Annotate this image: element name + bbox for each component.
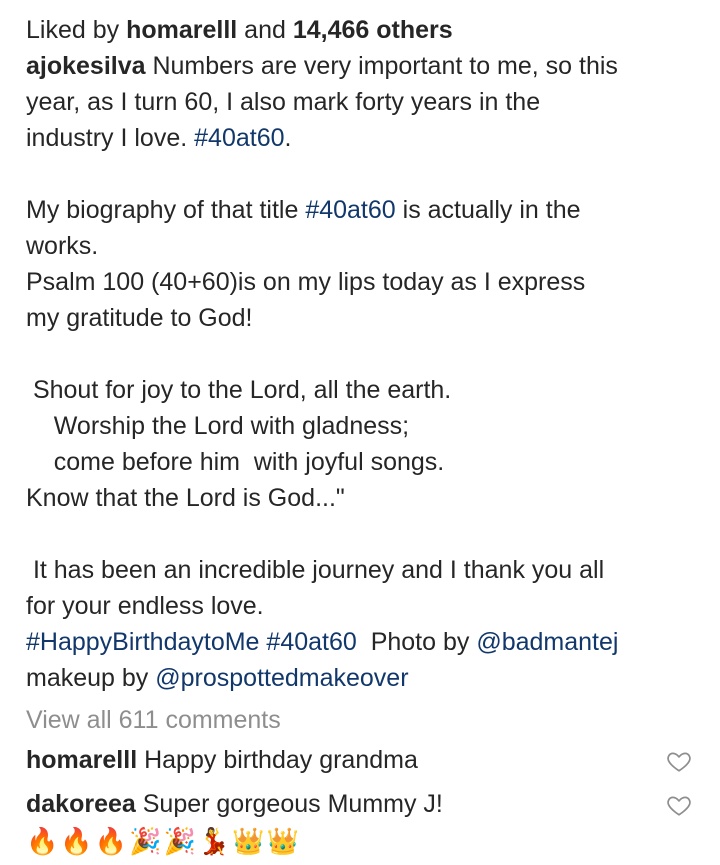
caption-line-9: Worship the Lord with gladness; xyxy=(26,412,410,440)
caption-text: industry I love. xyxy=(26,124,195,152)
comment-username[interactable]: homarelll xyxy=(26,746,137,774)
comment-username[interactable]: dakoreea xyxy=(26,790,136,818)
liker-username[interactable]: homarelll xyxy=(126,16,237,44)
likes-prefix: Liked by xyxy=(26,16,127,44)
hashtag-link[interactable]: #40at60 xyxy=(266,628,356,656)
caption-line-6: Psalm 100 (40+60)is on my lips today as … xyxy=(26,268,586,296)
mention-link[interactable]: @prospottedmakeover xyxy=(155,664,408,692)
caption-line-1: ajokesilva Numbers are very important to… xyxy=(26,48,706,84)
caption-text: . xyxy=(284,124,292,152)
caption-line-14: #HappyBirthdaytoMe #40at60 Photo by @bad… xyxy=(26,624,706,660)
caption-text: is actually in the xyxy=(395,196,581,224)
mention-link[interactable]: @badmantej xyxy=(476,628,618,656)
caption-line-11: Know that the Lord is God..." xyxy=(26,484,345,512)
caption-line-3: industry I love. #40at60. xyxy=(26,120,706,156)
caption-line-4: My biography of that title #40at60 is ac… xyxy=(26,192,706,228)
caption-line-7: my gratitude to God! xyxy=(26,304,253,332)
caption-text: Photo by xyxy=(356,628,477,656)
heart-outline-icon[interactable] xyxy=(666,748,692,774)
caption-line-15: makeup by @prospottedmakeover xyxy=(26,660,706,696)
caption-text: My biography of that title xyxy=(26,196,306,224)
caption-line-8: Shout for joy to the Lord, all the earth… xyxy=(26,376,452,404)
likes-count[interactable]: 14,466 others xyxy=(293,16,453,44)
caption-line-2: year, as I turn 60, I also mark forty ye… xyxy=(26,88,541,116)
likes-line: Liked by homarelll and 14,466 others xyxy=(26,12,706,48)
caption-line-13: for your endless love. xyxy=(26,592,264,620)
likes-joiner: and xyxy=(237,16,293,44)
caption-line-12: It has been an incredible journey and I … xyxy=(26,556,605,584)
caption-text: makeup by xyxy=(26,664,156,692)
hashtag-link[interactable]: #HappyBirthdaytoMe xyxy=(26,628,259,656)
comment-text: Super gorgeous Mummy J! xyxy=(135,790,443,818)
caption-line-10: come before him with joyful songs. xyxy=(26,448,445,476)
caption-line-5: works. xyxy=(26,232,99,260)
comment-text: Happy birthday grandma xyxy=(137,746,418,774)
heart-outline-icon[interactable] xyxy=(666,792,692,818)
view-all-comments-link[interactable]: View all 611 comments xyxy=(26,702,706,738)
caption-text: Numbers are very important to me, so thi… xyxy=(145,52,618,80)
caption-username[interactable]: ajokesilva xyxy=(26,52,146,80)
hashtag-link[interactable]: #40at60 xyxy=(194,124,284,152)
post-caption-area: Liked by homarelll and 14,466 others ajo… xyxy=(26,12,706,858)
comment-row: dakoreea Super gorgeous Mummy J! xyxy=(26,786,706,830)
hashtag-link[interactable]: #40at60 xyxy=(305,196,395,224)
comment-row: homarelll Happy birthday grandma xyxy=(26,742,706,786)
